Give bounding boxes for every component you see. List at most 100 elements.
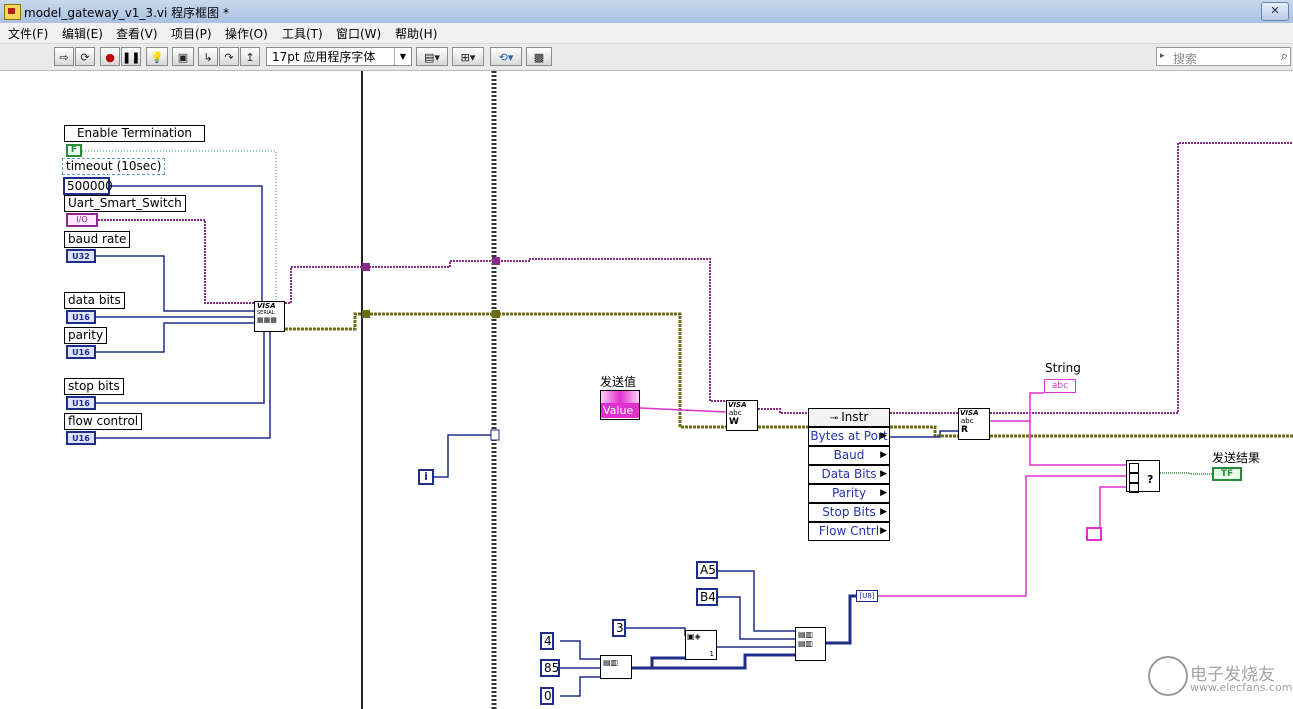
empty-string-const[interactable] bbox=[1086, 527, 1102, 541]
serial-port-icon: ▦▦▦ bbox=[257, 316, 277, 324]
const-b4[interactable]: B4 bbox=[696, 588, 718, 606]
property-node-header[interactable]: ⊸ Instr bbox=[808, 408, 890, 427]
tunnel-refnum-left bbox=[362, 263, 370, 271]
baud-rate-label: baud rate bbox=[64, 231, 131, 248]
timeout-const[interactable]: 500000 bbox=[63, 177, 113, 195]
enable-termination-label: Enable Termination bbox=[64, 125, 205, 142]
build-array-icon: ▤▥ bbox=[603, 658, 619, 667]
build-array-large-icon: ▤▥ ▤▥ bbox=[798, 630, 814, 648]
step-out-icon[interactable]: ↥ bbox=[240, 47, 260, 66]
menu-edit[interactable]: 编辑(E) bbox=[62, 25, 103, 42]
highlight-execution-icon[interactable]: 💡 bbox=[146, 47, 168, 66]
byte-array-to-string-node[interactable]: [U8] bbox=[856, 590, 878, 602]
arrow-right-icon: ▶ bbox=[880, 488, 887, 498]
prop-parity-label: Parity bbox=[831, 486, 867, 500]
toolbar: ⇨ ⟳ ● ❚❚ 💡 ▣ ↳ ↷ ↥ 17pt 应用程序字体 ▼ ▤▾ ⊞▾ ⟲… bbox=[0, 44, 1293, 71]
block-diagram[interactable]: Enable Termination F timeout (10sec) 500… bbox=[0, 71, 1293, 709]
menu-operate[interactable]: 操作(O) bbox=[225, 25, 268, 42]
run-arrow-icon[interactable]: ⇨ bbox=[54, 47, 74, 66]
select-false-terminal bbox=[1129, 483, 1139, 493]
arrow-right-icon: ▶ bbox=[880, 507, 887, 517]
const-a5[interactable]: A5 bbox=[696, 561, 718, 579]
const-zero[interactable]: 0 bbox=[540, 687, 554, 705]
watermark-logo-icon bbox=[1148, 656, 1188, 696]
menu-tools[interactable]: 工具(T) bbox=[282, 25, 323, 42]
chevron-down-icon: ▼ bbox=[394, 48, 411, 65]
visa-text: VISA bbox=[257, 302, 276, 310]
baud-rate-const[interactable]: U32 bbox=[66, 249, 96, 263]
read-letter: R bbox=[961, 425, 968, 435]
menu-view[interactable]: 查看(V) bbox=[116, 25, 158, 42]
wire-error-main bbox=[285, 312, 726, 429]
wire-b4 bbox=[718, 596, 795, 640]
parity-const[interactable]: U16 bbox=[66, 345, 96, 359]
build-array-node-small[interactable]: ▤▥ bbox=[600, 655, 632, 679]
string-indicator-label: String bbox=[1045, 361, 1081, 375]
prop-baud-label: Baud bbox=[833, 448, 865, 462]
property-flow-cntrl[interactable]: Flow Cntrl ▶ bbox=[808, 522, 890, 541]
visa-read-text: VISA bbox=[960, 409, 979, 417]
string-control-icon bbox=[601, 391, 639, 403]
search-box[interactable]: ▸ 搜索 ⌕ bbox=[1156, 47, 1291, 66]
wires bbox=[82, 71, 1293, 709]
bool-false-const[interactable]: F bbox=[66, 144, 82, 157]
visa-configure-serial-node[interactable]: VISA SERIAL ▦▦▦ bbox=[254, 301, 285, 332]
pause-icon[interactable]: ❚❚ bbox=[121, 47, 141, 66]
wire-string-compare bbox=[1029, 421, 1126, 466]
write-abc-icon: abc bbox=[729, 409, 742, 417]
menu-window[interactable]: 窗口(W) bbox=[336, 25, 381, 42]
search-caret-icon: ▸ bbox=[1160, 51, 1165, 61]
select-function-node[interactable]: ? bbox=[1126, 460, 1160, 493]
wire-refnum-out bbox=[990, 142, 1293, 414]
retain-wire-values-icon[interactable]: ▣ bbox=[172, 47, 194, 66]
labview-app-icon bbox=[4, 4, 21, 20]
arrow-right-icon: ▶ bbox=[880, 431, 887, 441]
build-array-node-large[interactable]: ▤▥ ▤▥ bbox=[795, 627, 826, 661]
const-three[interactable]: 3 bbox=[612, 619, 626, 637]
prop-stopbits-label: Stop Bits bbox=[822, 505, 876, 519]
visa-resource-const[interactable]: I/O bbox=[66, 213, 98, 227]
search-placeholder: 搜索 bbox=[1173, 52, 1198, 66]
distribute-objects-icon[interactable]: ⊞▾ bbox=[452, 47, 484, 66]
reorder-icon[interactable]: ⟲▾ bbox=[490, 47, 522, 66]
result-indicator[interactable]: TF bbox=[1212, 467, 1242, 481]
wire-three bbox=[626, 627, 686, 636]
step-into-icon[interactable]: ↳ bbox=[198, 47, 218, 66]
cleanup-diagram-icon[interactable]: ▩ bbox=[526, 47, 552, 66]
data-bits-const[interactable]: U16 bbox=[66, 310, 96, 324]
stop-bits-const[interactable]: U16 bbox=[66, 396, 96, 410]
property-baud[interactable]: Baud ▶ bbox=[808, 446, 890, 465]
title-bar: model_gateway_v1_3.vi 程序框图 * ✕ bbox=[0, 0, 1293, 24]
menu-project[interactable]: 项目(P) bbox=[171, 25, 212, 42]
property-stop-bits[interactable]: Stop Bits ▶ bbox=[808, 503, 890, 522]
menu-bar: 文件(F) 编辑(E) 查看(V) 项目(P) 操作(O) 工具(T) 窗口(W… bbox=[0, 23, 1293, 44]
wire-full-array bbox=[826, 594, 858, 645]
checksum-subvi-node[interactable]: ▣◈ 1 bbox=[685, 630, 717, 660]
const-four[interactable]: 4 bbox=[540, 632, 554, 650]
select-question-icon: ? bbox=[1147, 473, 1154, 486]
select-true-terminal bbox=[1129, 463, 1139, 473]
data-bits-label: data bits bbox=[64, 292, 125, 309]
align-objects-icon[interactable]: ▤▾ bbox=[416, 47, 448, 66]
select-cond-terminal bbox=[1129, 473, 1139, 483]
property-bytes-at-port[interactable]: Bytes at Port ▶ bbox=[808, 427, 890, 446]
send-value-control[interactable]: Value bbox=[600, 390, 640, 420]
flow-control-const[interactable]: U16 bbox=[66, 431, 96, 445]
menu-file[interactable]: 文件(F) bbox=[8, 25, 48, 42]
abort-icon[interactable]: ● bbox=[100, 47, 120, 66]
visa-write-node[interactable]: VISA abc W bbox=[726, 400, 758, 431]
flow-control-label: flow control bbox=[64, 413, 143, 430]
visa-read-node[interactable]: VISA abc R bbox=[958, 408, 990, 440]
wire-string-read bbox=[990, 392, 1044, 422]
property-parity[interactable]: Parity ▶ bbox=[808, 484, 890, 503]
string-indicator[interactable]: abc bbox=[1044, 379, 1076, 393]
window-close-button[interactable]: ✕ bbox=[1261, 2, 1289, 21]
tunnel-error-left bbox=[362, 310, 370, 318]
run-continuously-icon[interactable]: ⟳ bbox=[75, 47, 95, 66]
step-over-icon[interactable]: ↷ bbox=[219, 47, 239, 66]
font-select[interactable]: 17pt 应用程序字体 ▼ bbox=[266, 47, 412, 66]
send-value-text: Value bbox=[601, 403, 639, 418]
property-data-bits[interactable]: Data Bits ▶ bbox=[808, 465, 890, 484]
menu-help[interactable]: 帮助(H) bbox=[395, 25, 437, 42]
const-85[interactable]: 85 bbox=[540, 659, 560, 677]
